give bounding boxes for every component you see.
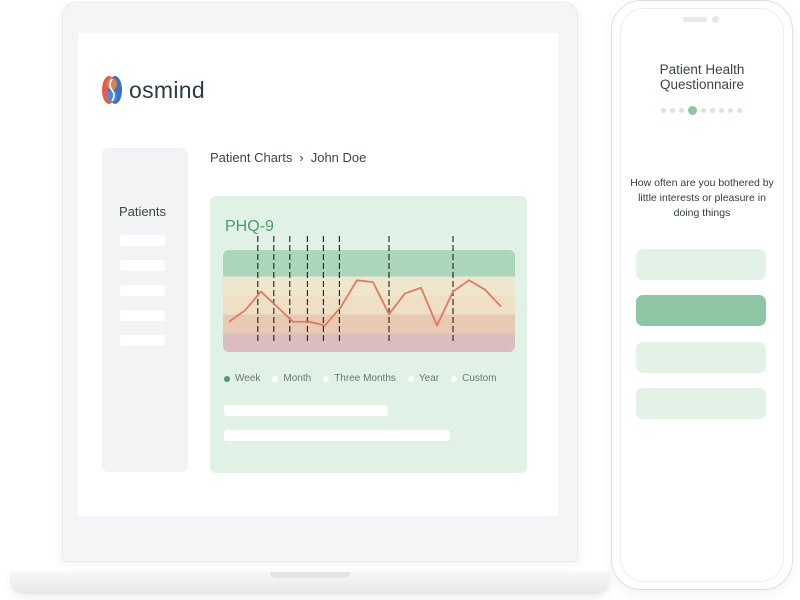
chevron-right-icon: › (299, 150, 304, 165)
phone-camera (712, 16, 719, 23)
filter-custom[interactable]: Custom (451, 373, 497, 384)
chart-title: PHQ-9 (225, 218, 274, 235)
step-dot (661, 108, 666, 113)
filter-label: Week (235, 373, 261, 384)
brand-name: osmind (129, 76, 205, 103)
step-indicator (661, 106, 746, 115)
breadcrumb: Patient Charts › John Doe (210, 150, 366, 165)
radio-dot-icon (272, 375, 279, 382)
severity-band (223, 250, 515, 277)
step-dot (701, 108, 706, 113)
step-dot (737, 108, 742, 113)
step-dot (679, 108, 684, 113)
radio-dot-icon (451, 375, 458, 382)
sidebar-item[interactable] (120, 235, 165, 246)
answer-option[interactable] (636, 342, 766, 373)
breadcrumb-parent[interactable]: Patient Charts (210, 150, 292, 165)
step-dot (688, 106, 697, 115)
sidebar-item[interactable] (120, 260, 165, 271)
step-dot (670, 108, 675, 113)
radio-dot-icon (323, 375, 330, 382)
severity-band (223, 333, 515, 352)
radio-dot-icon (224, 375, 230, 382)
placeholder-line (224, 405, 388, 416)
filter-label: Custom (462, 373, 497, 384)
time-range-filters: Week Month Three Months Year Custom (224, 373, 509, 384)
sidebar: Patients (102, 148, 188, 472)
severity-bands (223, 250, 515, 352)
answer-option[interactable] (636, 388, 766, 419)
filter-year[interactable]: Year (407, 373, 440, 384)
severity-band (223, 276, 515, 296)
step-dot (710, 108, 715, 113)
phone-speaker (683, 17, 707, 22)
filter-three-months[interactable]: Three Months (323, 373, 396, 384)
step-dot (728, 108, 733, 113)
sidebar-item[interactable] (120, 310, 165, 321)
filter-label: Month (283, 373, 312, 384)
answer-option[interactable] (636, 295, 766, 326)
sidebar-item[interactable] (120, 335, 165, 346)
filter-label: Year (418, 373, 440, 384)
severity-band (223, 314, 515, 334)
laptop-notch (270, 572, 350, 578)
filter-month[interactable]: Month (272, 373, 311, 384)
questionnaire-title: Patient Health Questionnaire (659, 62, 745, 92)
question-text: How often are you bothered by little int… (630, 177, 774, 219)
filter-week[interactable]: Week (224, 373, 260, 384)
phq9-chart-card: PHQ-9 Week Month Three Months Year Custo… (210, 196, 527, 473)
brand-logo[interactable]: osmind (101, 72, 205, 108)
placeholder-line (224, 430, 450, 441)
breadcrumb-current: John Doe (310, 150, 367, 165)
filter-label: Three Months (334, 373, 396, 384)
sidebar-heading: Patients (119, 204, 166, 219)
sidebar-item[interactable] (120, 285, 165, 296)
radio-dot-icon (407, 375, 414, 382)
answer-option[interactable] (636, 249, 766, 280)
phq9-chart (223, 236, 515, 352)
step-dot (719, 108, 724, 113)
brain-logo-icon (101, 73, 123, 107)
